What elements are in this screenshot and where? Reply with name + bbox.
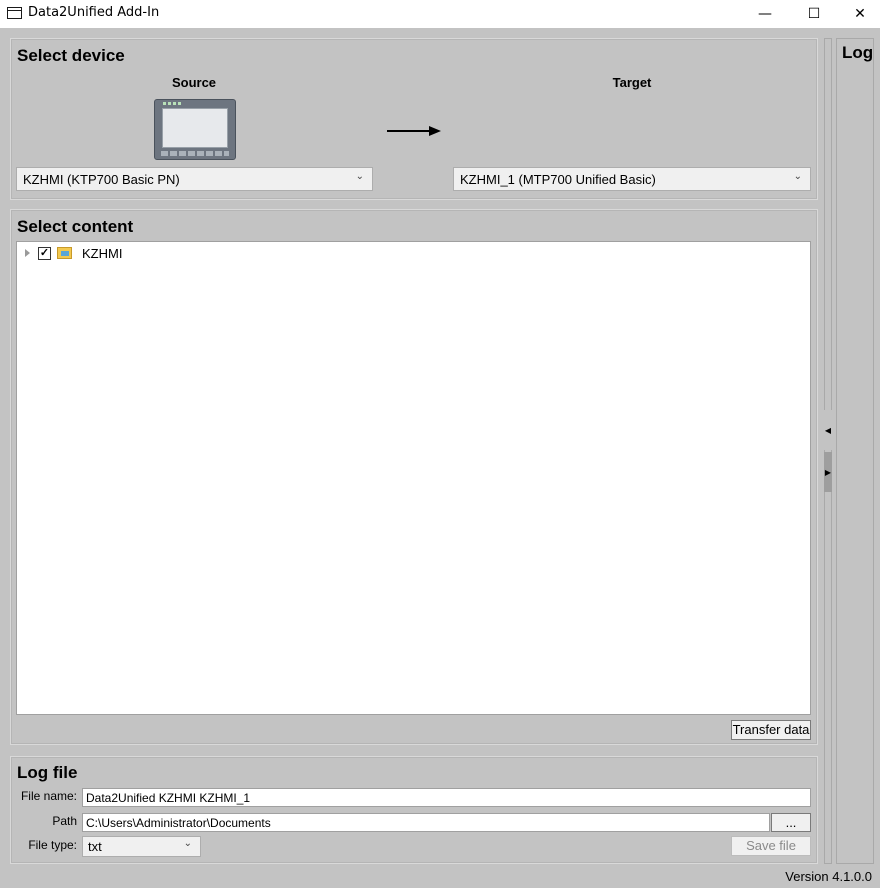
target-device-select[interactable]: KZHMI_1 (MTP700 Unified Basic) ⌄ [453,167,811,191]
file-type-select[interactable]: txt ⌄ [82,836,201,857]
version-label: Version 4.1.0.0 [785,869,872,884]
collapse-left-icon[interactable]: ◀ [824,410,832,450]
tree-item-label: KZHMI [82,245,123,261]
log-panel: Log [836,38,874,864]
save-file-button[interactable]: Save file [731,836,811,856]
file-type-value: txt [88,839,102,854]
chevron-down-icon: ⌄ [183,838,192,849]
close-icon: ✕ [854,6,866,22]
select-device-title: Select device [17,46,125,65]
minimize-button[interactable]: — [742,0,788,28]
expand-right-icon[interactable]: ▶ [824,452,832,492]
target-device-value: KZHMI_1 (MTP700 Unified Basic) [460,172,656,187]
transfer-data-button[interactable]: Transfer data [731,720,811,740]
close-button[interactable]: ✕ [837,0,880,28]
chevron-down-icon: ⌄ [355,171,364,182]
path-input[interactable]: C:\Users\Administrator\Documents [82,813,770,832]
app-window-icon [7,7,22,19]
source-label: Source [171,75,217,90]
file-type-label: File type: [28,838,77,852]
file-name-label: File name: [20,789,77,803]
file-name-input[interactable]: Data2Unified KZHMI KZHMI_1 [82,788,811,807]
content-tree[interactable]: ✓ KZHMI [16,241,811,715]
source-device-value: KZHMI (KTP700 Basic PN) [23,172,180,187]
maximize-icon: ☐ [807,6,821,22]
expand-arrow-icon[interactable] [25,249,30,257]
path-label: Path [52,814,77,828]
window-title: Data2Unified Add-In [28,5,160,20]
panel-splitter[interactable] [824,38,832,864]
chevron-down-icon: ⌄ [793,171,802,182]
tree-item[interactable]: ✓ KZHMI [25,244,122,262]
hmi-panel-image [154,99,236,160]
log-title: Log [842,43,874,62]
target-label: Target [612,75,652,90]
folder-icon [57,247,72,259]
tree-item-checkbox[interactable]: ✓ [38,246,51,260]
minimize-icon: — [758,6,772,22]
title-bar: Data2Unified Add-In — ☐ ✕ [0,0,880,28]
log-file-title: Log file [17,763,78,782]
source-device-select[interactable]: KZHMI (KTP700 Basic PN) ⌄ [16,167,373,191]
select-content-title: Select content [17,217,134,236]
maximize-button[interactable]: ☐ [791,0,837,28]
browse-button[interactable]: ... [771,813,811,832]
